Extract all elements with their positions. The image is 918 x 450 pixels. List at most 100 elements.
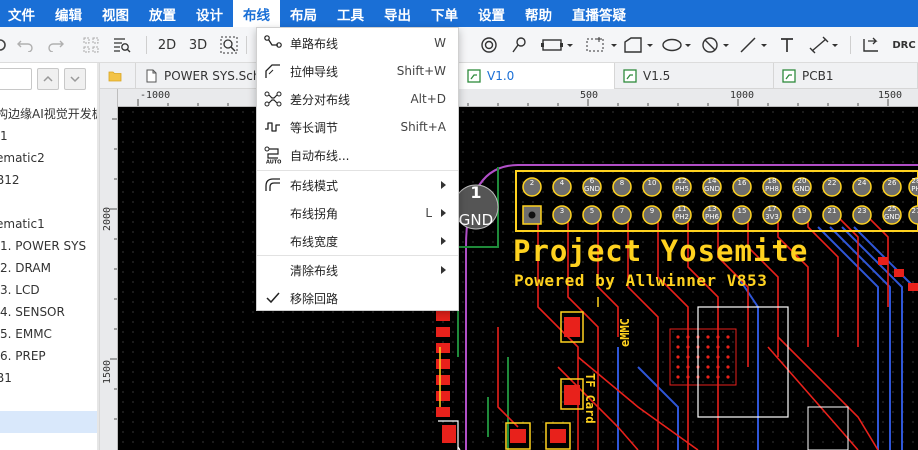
menu-export[interactable]: 导出 bbox=[374, 0, 421, 27]
tree-item[interactable] bbox=[0, 191, 99, 213]
ruler-label: -1000 bbox=[140, 90, 171, 101]
tree-item[interactable]: B12 bbox=[0, 169, 99, 191]
grid-select-icon[interactable] bbox=[80, 34, 102, 56]
tree-search-input[interactable] bbox=[0, 68, 32, 90]
pin-label: 7 bbox=[619, 207, 625, 215]
no-circle-dropdown[interactable] bbox=[700, 34, 734, 56]
menu-edit[interactable]: 编辑 bbox=[45, 0, 92, 27]
gnd-label: GND bbox=[458, 211, 494, 229]
submenu-arrow-icon bbox=[441, 237, 446, 245]
document-tabs: POWER SYS.Sch V1.0 V1.5 PCB1 bbox=[100, 63, 918, 89]
rect-region-dropdown[interactable] bbox=[540, 34, 576, 56]
tab-pcb1[interactable]: PCB1 bbox=[774, 63, 918, 89]
schematic-file-icon bbox=[146, 69, 157, 83]
board-subtitle: Powered by Allwinner V853 bbox=[514, 271, 768, 290]
pin-label: 20 GND bbox=[793, 177, 811, 193]
pin-label: 21 bbox=[827, 207, 837, 215]
menu-item-routing-width[interactable]: 布线宽度 bbox=[257, 227, 458, 255]
tfcard-label: TF Card bbox=[583, 373, 597, 424]
menu-item-routing-mode[interactable]: 布线模式 bbox=[257, 171, 458, 199]
menu-help[interactable]: 帮助 bbox=[515, 0, 562, 27]
ellipse-dropdown[interactable] bbox=[660, 34, 694, 56]
tree-item[interactable]: B1 bbox=[0, 367, 99, 389]
folder-icon bbox=[108, 71, 122, 82]
line-dropdown[interactable] bbox=[738, 34, 770, 56]
ruler-label: 2000 bbox=[102, 206, 113, 231]
pin-label: 15 bbox=[737, 207, 747, 215]
tab-power-sys-sch[interactable]: POWER SYS.Sch bbox=[136, 63, 259, 89]
list-search-icon[interactable] bbox=[110, 34, 134, 56]
menu-item-diff-pair[interactable]: 差分对布线 Alt+D bbox=[257, 85, 458, 113]
menu-item-remove-loops[interactable]: 移除回路 bbox=[257, 284, 458, 312]
tree-item[interactable]: 6. PREP bbox=[0, 345, 99, 367]
tree-item-selected[interactable] bbox=[0, 411, 99, 433]
expand-down-button[interactable] bbox=[64, 68, 86, 90]
pin-label: 14 GND bbox=[703, 177, 721, 193]
menu-live-qa[interactable]: 直播答疑 bbox=[562, 0, 636, 27]
pin-label: 16 bbox=[737, 179, 747, 187]
menu-order[interactable]: 下单 bbox=[421, 0, 468, 27]
check-icon bbox=[264, 289, 282, 307]
ruler-vertical: 2000 1500 bbox=[100, 89, 118, 450]
tree-item[interactable]: 4. SENSOR bbox=[0, 301, 99, 323]
emmc-label: eMMC bbox=[618, 318, 632, 347]
tree-item[interactable]: 构边缘AI视觉开发板 bbox=[0, 103, 99, 125]
tree-item[interactable]: ematic1 bbox=[0, 213, 99, 235]
diff-pair-icon bbox=[264, 90, 282, 108]
pin-label: 3 bbox=[559, 207, 565, 215]
menu-item-routing-corner[interactable]: 布线拐角 L bbox=[257, 199, 458, 227]
menu-item-single-route[interactable]: 单路布线 W bbox=[257, 29, 458, 57]
zoom-area-icon[interactable] bbox=[218, 34, 240, 56]
menu-item-clear-routes[interactable]: 清除布线 bbox=[257, 256, 458, 284]
menu-tools[interactable]: 工具 bbox=[327, 0, 374, 27]
auto-route-icon: AUTO bbox=[264, 146, 282, 164]
menu-file[interactable]: 文件 bbox=[0, 0, 45, 27]
menu-item-stretch-route[interactable]: 拉伸导线 Shift+W bbox=[257, 57, 458, 85]
toolbar: 2D 3D DRC bbox=[0, 27, 918, 63]
menu-place[interactable]: 放置 bbox=[139, 0, 186, 27]
menu-layout[interactable]: 布局 bbox=[280, 0, 327, 27]
tab-v1-5[interactable]: V1.5 bbox=[615, 63, 774, 89]
pin-label: 22 bbox=[827, 179, 837, 187]
pin-label: 19 bbox=[797, 207, 807, 215]
pin-label: 8 bbox=[619, 179, 625, 187]
view-3d-button[interactable]: 3D bbox=[186, 34, 210, 56]
panel-scrollbar[interactable] bbox=[97, 63, 99, 450]
polyline-dropdown[interactable] bbox=[622, 34, 656, 56]
settings-icon[interactable] bbox=[0, 34, 8, 56]
undo-icon[interactable] bbox=[14, 34, 36, 56]
text-tool-icon[interactable] bbox=[776, 34, 798, 56]
import-icon[interactable] bbox=[860, 34, 882, 56]
menu-design[interactable]: 设计 bbox=[186, 0, 233, 27]
dashed-region-dropdown[interactable] bbox=[584, 34, 620, 56]
pin-label: 27 bbox=[911, 207, 918, 215]
collapse-up-button[interactable] bbox=[37, 68, 59, 90]
menu-item-length-tune[interactable]: 等长调节 Shift+A bbox=[257, 113, 458, 141]
menu-view[interactable]: 视图 bbox=[92, 0, 139, 27]
tree-item[interactable]: 5. EMMC bbox=[0, 323, 99, 345]
view-2d-button[interactable]: 2D bbox=[155, 34, 179, 56]
drc-button[interactable]: DRC bbox=[890, 34, 918, 56]
redo-icon[interactable] bbox=[45, 34, 67, 56]
pin-label: 18 PH8 bbox=[765, 177, 779, 193]
tree-item[interactable]: 1. POWER SYS bbox=[0, 235, 99, 257]
pcb-canvas[interactable]: 2 4 6 GND 8 10 12 PH5 14 GND 16 18 PH8 20 GND… bbox=[118, 107, 918, 450]
pin-probe-icon[interactable] bbox=[508, 34, 530, 56]
menu-settings[interactable]: 设置 bbox=[468, 0, 515, 27]
pin-label: 12 PH5 bbox=[675, 177, 689, 193]
dimension-dropdown[interactable] bbox=[808, 34, 842, 56]
tree-item[interactable]: 2. DRAM bbox=[0, 257, 99, 279]
via-icon[interactable] bbox=[478, 34, 500, 56]
tab-v1-0[interactable]: V1.0 bbox=[459, 63, 615, 89]
pin-label: 10 bbox=[647, 179, 657, 187]
tree-item[interactable] bbox=[0, 389, 99, 411]
length-tune-icon bbox=[264, 118, 282, 136]
tree-item[interactable]: ematic2 bbox=[0, 147, 99, 169]
menu-item-auto-route[interactable]: AUTO 自动布线... bbox=[257, 141, 458, 169]
tree-item[interactable]: 3. LCD bbox=[0, 279, 99, 301]
tab-folder[interactable] bbox=[100, 63, 136, 89]
tree-item[interactable]: 1 bbox=[0, 125, 99, 147]
menu-route[interactable]: 布线 bbox=[233, 0, 280, 27]
submenu-arrow-icon bbox=[441, 209, 446, 217]
board-title: Project Yosemite bbox=[513, 234, 809, 268]
